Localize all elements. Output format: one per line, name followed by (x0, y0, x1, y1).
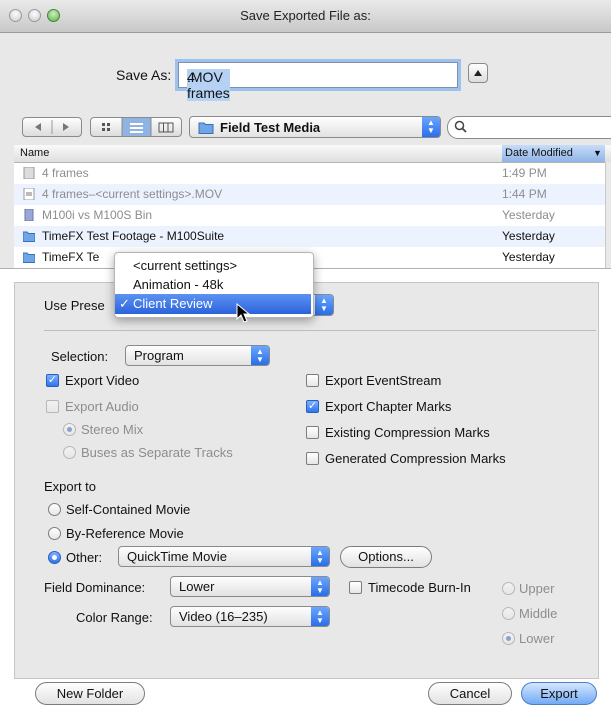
cancel-button[interactable]: Cancel (428, 682, 512, 705)
document-icon (23, 167, 35, 179)
export-chapter-marks-label: Export Chapter Marks (325, 399, 452, 414)
menu-item-current-settings[interactable]: <current settings> (115, 256, 311, 276)
forward-icon (63, 123, 69, 131)
popup-arrows-icon: ▲ ▼ (311, 577, 329, 596)
selection-label: Selection: (51, 349, 109, 364)
upper-label: Upper (519, 581, 555, 596)
column-view-icon (158, 122, 174, 133)
list-item[interactable]: M100i vs M100S Bin Yesterday (14, 205, 605, 226)
export-eventstream-label: Export EventStream (325, 373, 442, 388)
self-contained-label: Self-Contained Movie (66, 502, 191, 517)
other-radio[interactable] (48, 551, 61, 564)
field-dominance-label: Field Dominance: (44, 580, 146, 595)
list-header: Name Date Modified ▼ (14, 145, 611, 163)
lower-label: Lower (519, 631, 555, 646)
folder-icon (23, 231, 35, 242)
middle-radio[interactable] (502, 607, 515, 620)
options-divider (44, 330, 596, 331)
list-item[interactable]: TimeFX Test Footage - M100Suite Yesterda… (14, 226, 605, 247)
filename-extension-text: .MOV (187, 69, 223, 85)
export-eventstream-checkbox[interactable] (306, 374, 319, 387)
back-icon (35, 123, 41, 131)
stereo-mix-label: Stereo Mix (81, 422, 144, 437)
export-audio-checkbox[interactable] (46, 400, 59, 413)
save-as-label: Save As: (116, 67, 172, 83)
existing-compression-checkbox[interactable] (306, 426, 319, 439)
export-audio-label: Export Audio (65, 399, 139, 414)
popup-arrows-icon: ▲ ▼ (422, 117, 440, 137)
location-popup[interactable]: Field Test Media ▲ ▼ (189, 116, 441, 138)
sort-down-icon: ▼ (593, 148, 602, 158)
generated-compression-label: Generated Compression Marks (325, 451, 506, 466)
save-dialog: Save Exported File as: Save As: 4 frames… (0, 0, 611, 716)
popup-arrows-icon: ▲ ▼ (251, 346, 269, 365)
title-bar: Save Exported File as: (0, 0, 611, 33)
name-column-header[interactable]: Name (20, 147, 49, 159)
list-item[interactable]: 4 frames 1:49 PM (14, 163, 605, 184)
color-range-popup[interactable]: Video (16–235) ▲ ▼ (170, 606, 330, 627)
color-range-label: Color Range: (76, 610, 153, 625)
middle-label: Middle (519, 606, 558, 621)
export-chapter-marks-checkbox[interactable]: ✓ (306, 400, 319, 413)
existing-compression-label: Existing Compression Marks (325, 425, 490, 440)
by-reference-radio[interactable] (48, 527, 61, 540)
export-video-checkbox[interactable]: ✓ (46, 374, 59, 387)
popup-arrows-icon: ▲ ▼ (311, 547, 329, 566)
list-view-icon (130, 123, 143, 133)
buses-radio[interactable] (63, 446, 76, 459)
popup-arrows-icon: ▲ ▼ (311, 607, 329, 626)
folder-icon (198, 122, 214, 134)
options-button[interactable]: Options... (340, 546, 432, 568)
export-button[interactable]: Export (521, 682, 597, 705)
selection-popup[interactable]: Program ▲ ▼ (125, 345, 270, 366)
checkmark-icon: ✓ (119, 296, 130, 311)
folder-icon (23, 252, 35, 263)
lower-radio[interactable] (502, 632, 515, 645)
upper-radio[interactable] (502, 582, 515, 595)
popup-arrows-icon: ▲ ▼ (315, 295, 333, 315)
menu-item-client-review[interactable]: ✓ Client Review (115, 294, 311, 314)
save-as-field[interactable]: 4 frames .MOV (178, 62, 458, 101)
collapse-browser-button[interactable] (468, 63, 488, 83)
search-field[interactable] (447, 116, 611, 139)
by-reference-label: By-Reference Movie (66, 526, 184, 541)
stereo-mix-radio[interactable] (63, 423, 76, 436)
menu-item-animation-48k[interactable]: Animation - 48k (115, 275, 311, 295)
other-label: Other: (66, 550, 103, 565)
back-forward-control[interactable] (22, 117, 82, 137)
icon-view-icon (102, 123, 110, 131)
timecode-burnin-label: Timecode Burn-In (368, 580, 471, 595)
list-scrollbar[interactable] (605, 162, 611, 268)
generated-compression-checkbox[interactable] (306, 452, 319, 465)
search-icon (454, 120, 467, 133)
export-to-label: Export to (44, 479, 97, 494)
bin-icon (24, 209, 34, 221)
window-title: Save Exported File as: (240, 8, 371, 23)
location-text: Field Test Media (220, 120, 321, 135)
use-preset-label: Use Prese (44, 298, 105, 313)
field-dominance-popup[interactable]: Lower ▲ ▼ (170, 576, 330, 597)
collapse-icon (474, 70, 482, 76)
export-video-label: Export Video (65, 373, 140, 388)
view-mode-control[interactable] (90, 117, 182, 137)
movie-file-icon (23, 188, 35, 200)
self-contained-radio[interactable] (48, 503, 61, 516)
date-column-header[interactable]: Date Modified ▼ (502, 145, 605, 162)
new-folder-button[interactable]: New Folder (35, 682, 145, 705)
list-item[interactable]: 4 frames–<current settings>.MOV 1:44 PM (14, 184, 605, 205)
timecode-burnin-checkbox[interactable] (349, 581, 362, 594)
mouse-cursor-icon (236, 303, 251, 323)
export-format-popup[interactable]: QuickTime Movie ▲ ▼ (118, 546, 330, 567)
preset-menu: <current settings> Animation - 48k ✓ Cli… (114, 252, 314, 318)
buses-label: Buses as Separate Tracks (81, 445, 233, 460)
